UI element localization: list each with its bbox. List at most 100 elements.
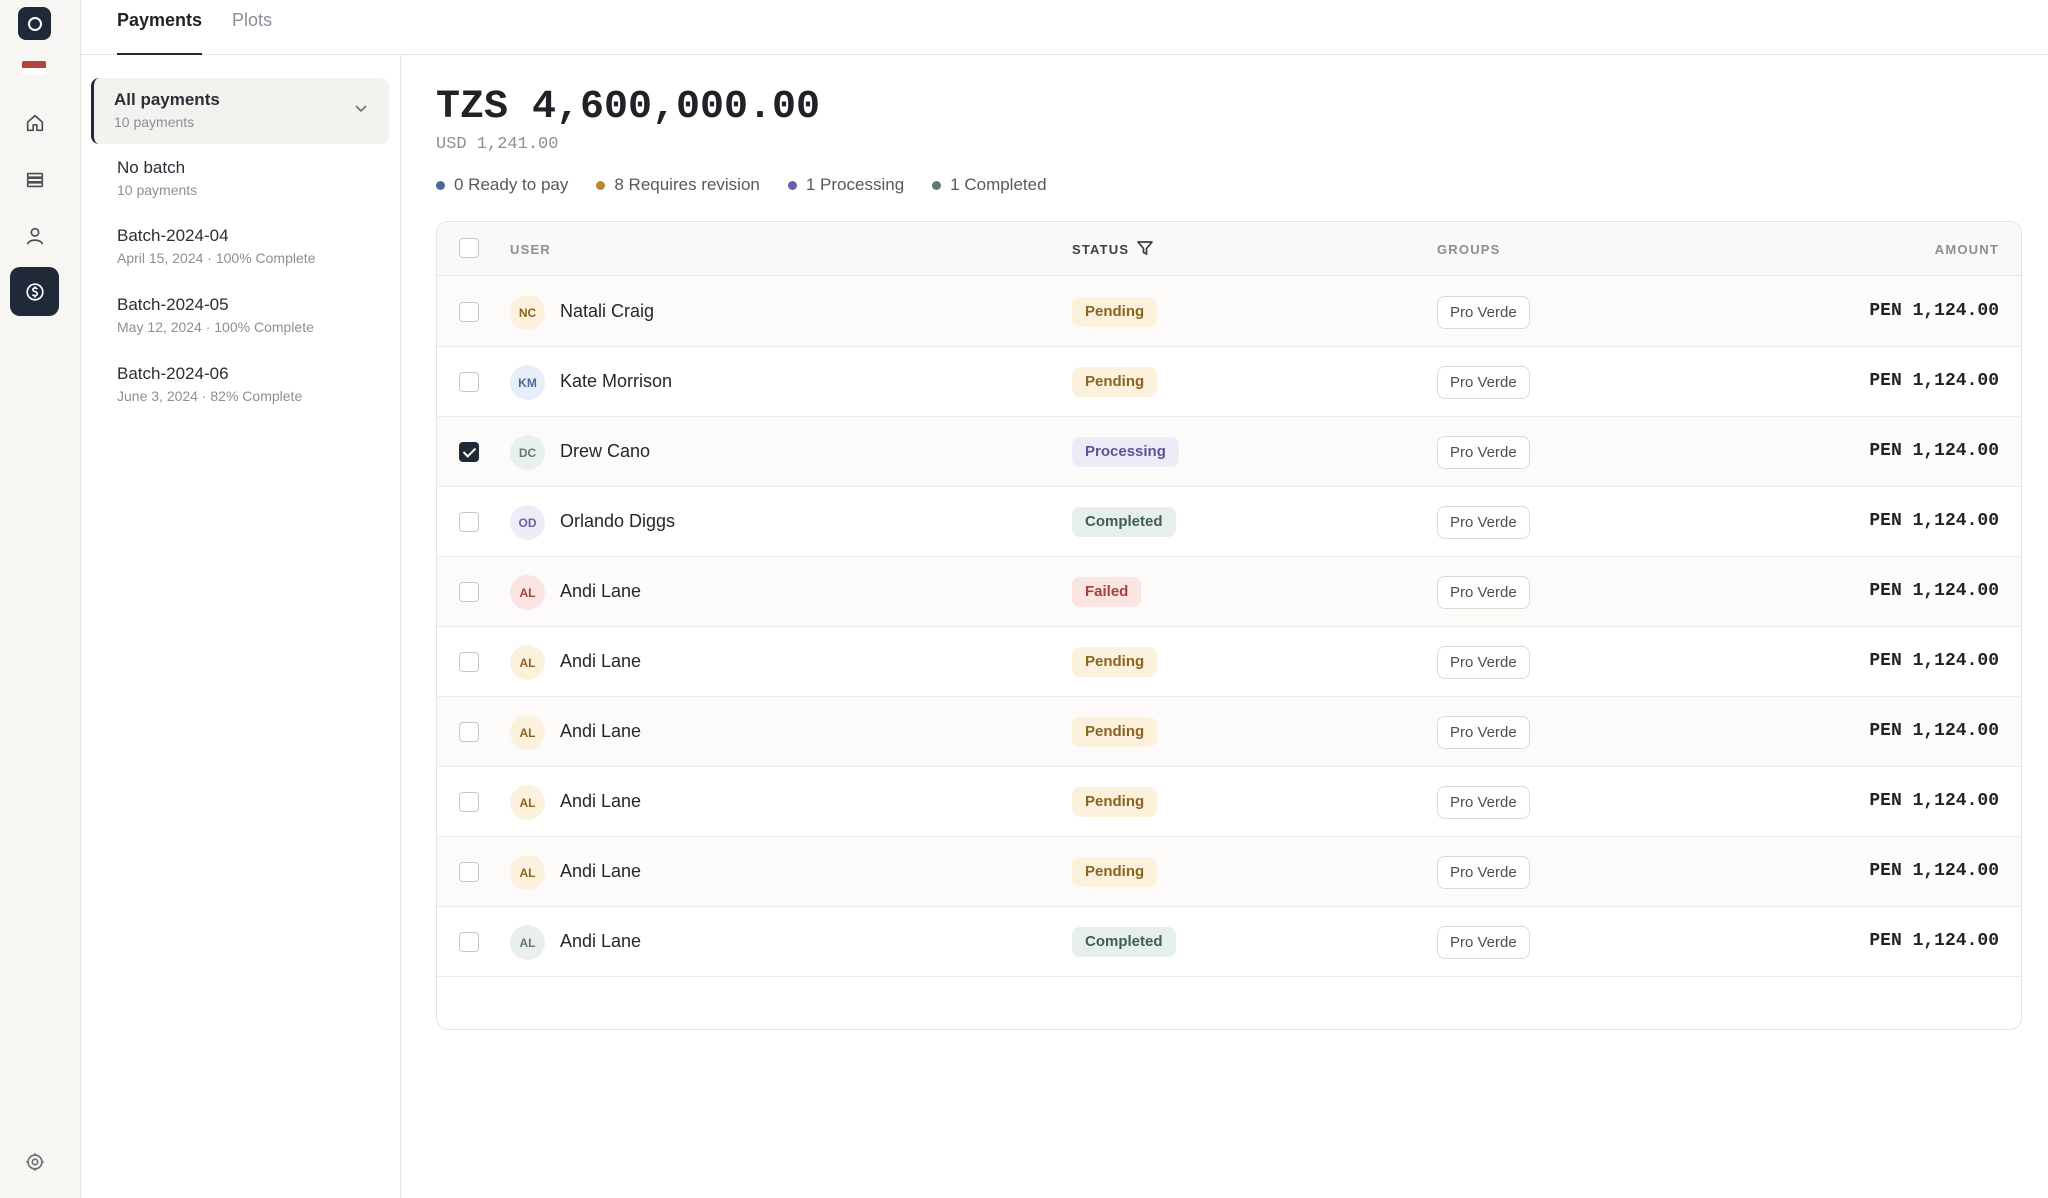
avatar: AL [510, 925, 545, 960]
avatar: AL [510, 785, 545, 820]
batch-title: Batch-2024-05 [117, 295, 229, 314]
table-row[interactable]: AL Andi Lane Pending Pro Verde PEN 1,124.00 [437, 627, 2021, 697]
batch-subtitle: April 15, 2024 · 100% Complete [117, 250, 316, 266]
payments-table: USER STATUS GROUPS AMOUNT NC Natali Craig… [436, 221, 2022, 1030]
circle-logo-icon[interactable] [18, 7, 51, 40]
row-checkbox[interactable] [459, 372, 479, 392]
user-name: Andi Lane [560, 931, 642, 951]
group-tag[interactable]: Pro Verde [1437, 856, 1530, 889]
dollar-icon[interactable] [10, 267, 59, 316]
user-name: Orlando Diggs [560, 511, 676, 531]
group-tag[interactable]: Pro Verde [1437, 786, 1530, 819]
select-all-checkbox[interactable] [459, 238, 479, 258]
main-content: TZS 4,600,000.00 USD 1,241.00 0 Ready to… [402, 55, 2048, 1198]
converted-amount: USD 1,241.00 [436, 135, 559, 154]
group-tag[interactable]: Pro Verde [1437, 576, 1530, 609]
avatar: AL [510, 855, 545, 890]
avatar: AL [510, 575, 545, 610]
group-tag[interactable]: Pro Verde [1437, 646, 1530, 679]
status-badge: Completed [1072, 507, 1176, 537]
legend-revision: 8 Requires revision [596, 175, 760, 195]
stack-icon[interactable] [10, 155, 59, 204]
legend-ready: 0 Ready to pay [436, 175, 568, 195]
table-row[interactable]: NC Natali Craig Pending Pro Verde PEN 1,124.… [437, 277, 2021, 347]
row-checkbox[interactable] [459, 512, 479, 532]
status-badge: Completed [1072, 927, 1176, 957]
table-row[interactable]: AL Andi Lane Pending Pro Verde PEN 1,124.00 [437, 837, 2021, 907]
group-tag[interactable]: Pro Verde [1437, 296, 1530, 329]
group-tag[interactable]: Pro Verde [1437, 926, 1530, 959]
table-header: USER STATUS GROUPS AMOUNT [437, 222, 2021, 276]
batch-item-2024-05[interactable]: Batch-2024-05 May 12, 2024 · 100% Comple… [91, 283, 389, 349]
avatar: AL [510, 645, 545, 680]
settings-icon[interactable] [10, 1137, 59, 1186]
legend-processing: 1 Processing [787, 175, 904, 195]
group-tag[interactable]: Pro Verde [1437, 366, 1530, 399]
column-groups: GROUPS [1437, 242, 1501, 257]
user-name: Kate Morrison [560, 371, 673, 391]
avatar: AL [510, 715, 545, 750]
tab-plots[interactable]: Plots [232, 10, 272, 55]
status-badge: Pending [1072, 857, 1158, 887]
legend-completed: 1 Completed [932, 175, 1047, 195]
payment-amount: PEN 1,124.00 [1869, 791, 1999, 811]
user-name: Natali Craig [560, 301, 655, 321]
status-badge: Pending [1072, 647, 1158, 677]
icon-rail [0, 0, 81, 1198]
row-checkbox[interactable] [459, 862, 479, 882]
batch-item-2024-06[interactable]: Batch-2024-06 June 3, 2024 · 82% Complet… [91, 352, 389, 418]
payment-amount: PEN 1,124.00 [1869, 511, 1999, 531]
avatar: KM [510, 365, 545, 400]
avatar: DC [510, 435, 545, 470]
status-badge: Pending [1072, 787, 1158, 817]
payment-amount: PEN 1,124.00 [1869, 861, 1999, 881]
column-amount: AMOUNT [1934, 242, 1999, 257]
row-checkbox[interactable] [459, 302, 479, 322]
row-checkbox[interactable] [459, 792, 479, 812]
user-name: Andi Lane [560, 581, 642, 601]
status-badge: Pending [1072, 297, 1158, 327]
row-checkbox[interactable] [459, 582, 479, 602]
batch-subtitle: June 3, 2024 · 82% Complete [117, 388, 303, 404]
table-row[interactable]: DC Drew Cano Processing Pro Verde PEN 1,124.… [437, 417, 2021, 487]
batch-panel: All payments 10 payments No batch 10 pay… [81, 55, 401, 1198]
user-name: Andi Lane [560, 861, 642, 881]
user-name: Drew Cano [560, 441, 651, 461]
table-row[interactable]: AL Andi Lane Failed Pro Verde PEN 1,124.00 [437, 557, 2021, 627]
row-checkbox[interactable] [459, 442, 479, 462]
table-row[interactable]: OD Orlando Diggs Completed Pro Verde PEN 1,1… [437, 487, 2021, 557]
group-tag[interactable]: Pro Verde [1437, 436, 1530, 469]
row-checkbox[interactable] [459, 652, 479, 672]
payment-amount: PEN 1,124.00 [1869, 301, 1999, 321]
status-badge: Failed [1072, 577, 1142, 607]
batch-subtitle: 10 payments [117, 182, 198, 198]
row-checkbox[interactable] [459, 932, 479, 952]
payment-amount: PEN 1,124.00 [1869, 581, 1999, 601]
table-row[interactable]: AL Andi Lane Pending Pro Verde PEN 1,124.00 [437, 697, 2021, 767]
table-row[interactable]: AL Andi Lane Completed Pro Verde PEN 1,124.0… [437, 907, 2021, 977]
status-badge: Pending [1072, 367, 1158, 397]
user-name: Andi Lane [560, 721, 642, 741]
row-checkbox[interactable] [459, 722, 479, 742]
batch-item-no-batch[interactable]: No batch 10 payments [91, 146, 389, 212]
batch-item-2024-04[interactable]: Batch-2024-04 April 15, 2024 · 100% Comp… [91, 214, 389, 280]
payment-amount: PEN 1,124.00 [1869, 651, 1999, 671]
user-icon[interactable] [10, 211, 59, 260]
tab-payments[interactable]: Payments [117, 10, 203, 55]
filter-icon[interactable] [1136, 239, 1154, 257]
avatar: NC [510, 295, 545, 330]
home-icon[interactable] [10, 98, 59, 147]
flag-icon[interactable] [22, 61, 46, 75]
group-tag[interactable]: Pro Verde [1437, 716, 1530, 749]
table-row[interactable]: AL Andi Lane Pending Pro Verde PEN 1,124.00 [437, 767, 2021, 837]
payment-amount: PEN 1,124.00 [1869, 371, 1999, 391]
batch-title: All payments [114, 90, 220, 109]
total-amount: TZS 4,600,000.00 [436, 85, 821, 130]
column-status[interactable]: STATUS [1072, 241, 1153, 257]
group-tag[interactable]: Pro Verde [1437, 506, 1530, 539]
batch-item-all-payments[interactable]: All payments 10 payments [91, 78, 389, 144]
batch-subtitle: May 12, 2024 · 100% Complete [117, 319, 314, 335]
batch-subtitle: 10 payments [114, 114, 195, 130]
table-row[interactable]: KM Kate Morrison Pending Pro Verde PEN 1,124… [437, 347, 2021, 417]
user-name: Andi Lane [560, 791, 642, 811]
